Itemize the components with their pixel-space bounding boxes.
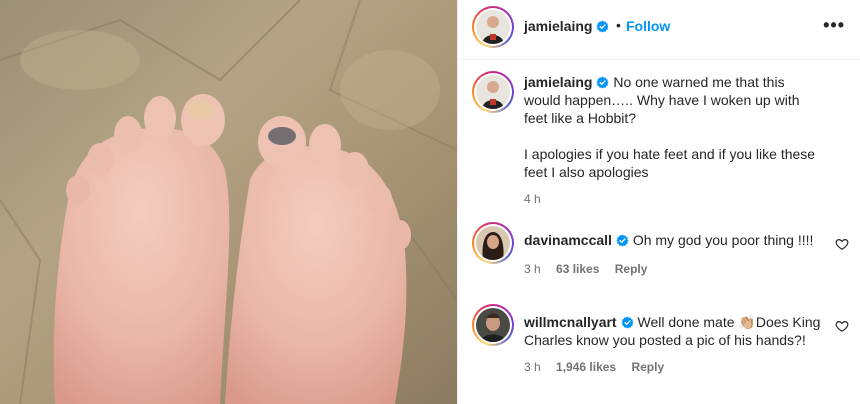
post-header: jamielaing • Follow ••• <box>458 0 860 60</box>
heart-icon[interactable] <box>835 237 849 251</box>
reply-button[interactable]: Reply <box>631 360 664 374</box>
post-caption: jamielaing No one warned me that this wo… <box>458 71 860 211</box>
comment-item: davinamccall Oh my god you poor thing !!… <box>458 222 860 302</box>
reply-button[interactable]: Reply <box>615 262 648 276</box>
caption-text-2: I apologies if you hate feet and if you … <box>524 146 816 180</box>
more-options-icon[interactable]: ••• <box>823 15 845 36</box>
heart-icon[interactable] <box>835 319 849 333</box>
comment-text: Oh my god you poor thing !!!! <box>632 232 814 248</box>
verified-badge-icon <box>597 76 609 89</box>
author-username[interactable]: jamielaing <box>524 18 609 34</box>
comment-likes[interactable]: 1,946 likes <box>556 360 616 374</box>
comment-time[interactable]: 3 h <box>524 262 541 276</box>
comment-body: willmcnallyart Well done mate 👏🏼Does Kin… <box>524 313 824 376</box>
comment-likes[interactable]: 63 likes <box>556 262 599 276</box>
comment-meta: 3 h 1,946 likes Reply <box>524 358 824 376</box>
comment-text-before: Well done mate <box>637 314 739 330</box>
follow-button[interactable]: Follow <box>626 18 670 34</box>
avatar-image <box>476 10 510 44</box>
avatar-image <box>476 226 510 260</box>
comment-time[interactable]: 3 h <box>524 360 541 374</box>
caption-body: jamielaing No one warned me that this wo… <box>524 73 824 208</box>
avatar-image <box>476 308 510 342</box>
clapping-hands-emoji: 👏🏼 <box>738 314 756 330</box>
author-username-text[interactable]: jamielaing <box>524 18 592 34</box>
post-side-panel: jamielaing • Follow ••• jamielaing No on… <box>457 0 860 404</box>
comment-username[interactable]: willmcnallyart <box>524 314 617 330</box>
caption-avatar[interactable] <box>472 71 514 113</box>
verified-badge-icon <box>621 316 634 329</box>
comment-item: willmcnallyart Well done mate 👏🏼Does Kin… <box>458 304 860 404</box>
caption-meta: 4 h <box>524 190 824 208</box>
caption-time[interactable]: 4 h <box>524 192 541 206</box>
commenter-avatar[interactable] <box>472 222 514 264</box>
verified-badge-icon <box>616 234 629 247</box>
verified-badge-icon <box>597 20 609 33</box>
comment-meta: 3 h 63 likes Reply <box>524 260 824 278</box>
header-separator: • <box>616 17 621 33</box>
caption-username[interactable]: jamielaing <box>524 74 592 90</box>
comment-body: davinamccall Oh my god you poor thing !!… <box>524 231 824 278</box>
avatar-image <box>476 75 510 109</box>
commenter-avatar[interactable] <box>472 304 514 346</box>
comment-username[interactable]: davinamccall <box>524 232 612 248</box>
author-avatar[interactable] <box>472 6 514 48</box>
feet-photo-image <box>0 0 457 404</box>
post-photo <box>0 0 457 404</box>
